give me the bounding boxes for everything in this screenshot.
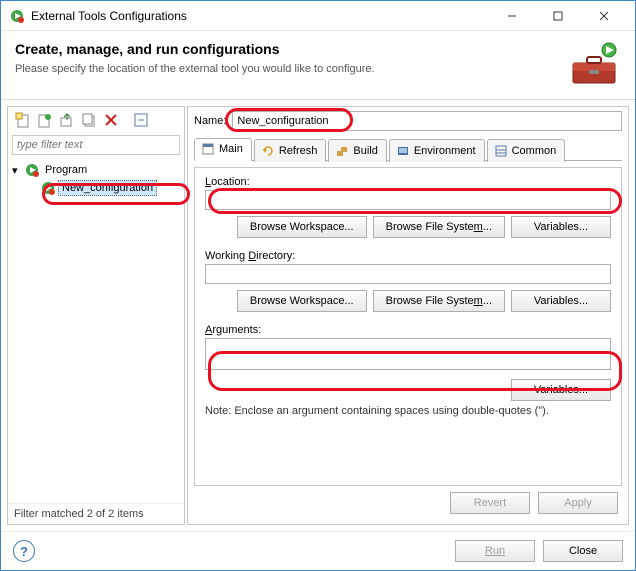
help-icon[interactable]: ? [13, 540, 35, 562]
name-input[interactable] [232, 111, 622, 131]
dialog-header: Create, manage, and run configurations P… [1, 31, 635, 100]
window-title: External Tools Configurations [31, 9, 489, 23]
tab-refresh[interactable]: Refresh [254, 139, 327, 162]
tree-label-program: Program [42, 163, 90, 177]
header-title: Create, manage, and run configurations [15, 41, 557, 57]
tab-build[interactable]: Build [328, 139, 386, 162]
working-dir-label: Working Directory: [205, 250, 611, 262]
tree-label-new-config: New_configuration [58, 180, 157, 196]
browse-workspace-wd-button[interactable]: Browse Workspace... [237, 290, 367, 312]
env-tab-icon [396, 144, 410, 158]
left-pane: ▾ Program New_configuration Filter match… [7, 106, 185, 525]
tab-environment[interactable]: Environment [389, 139, 485, 162]
header-graphic [567, 41, 621, 89]
maximize-button[interactable] [535, 1, 581, 31]
delete-icon[interactable] [101, 110, 121, 130]
location-input[interactable] [205, 190, 611, 210]
tree-item-program[interactable]: ▾ Program [12, 161, 180, 179]
name-label: Name: [194, 115, 226, 127]
program-child-icon [40, 180, 56, 196]
tab-main[interactable]: Main [194, 138, 252, 161]
arguments-note: Note: Enclose an argument containing spa… [205, 405, 611, 417]
filter-input[interactable] [12, 135, 180, 155]
revert-button[interactable]: Revert [450, 492, 530, 514]
browse-filesystem-wd-button[interactable]: Browse File System... [373, 290, 505, 312]
arguments-label: Arguments: [205, 324, 611, 336]
location-label: Location: [205, 176, 611, 188]
build-tab-icon [335, 144, 349, 158]
app-icon [9, 8, 25, 24]
arguments-input[interactable] [205, 338, 611, 370]
apply-button[interactable]: Apply [538, 492, 618, 514]
filter-status: Filter matched 2 of 2 items [8, 503, 184, 524]
close-button[interactable] [581, 1, 627, 31]
variables-args-button[interactable]: Variables... [511, 379, 611, 401]
common-tab-icon [494, 144, 508, 158]
tab-common[interactable]: Common [487, 139, 566, 162]
browse-workspace-loc-button[interactable]: Browse Workspace... [237, 216, 367, 238]
run-button[interactable]: Run [455, 540, 535, 562]
dialog-footer: ? Run Close [1, 531, 635, 570]
program-icon [24, 162, 40, 178]
duplicate-icon[interactable] [79, 110, 99, 130]
new-prototype-icon[interactable] [35, 110, 55, 130]
collapse-all-icon[interactable] [131, 110, 151, 130]
working-dir-input[interactable] [205, 264, 611, 284]
titlebar: External Tools Configurations [1, 1, 635, 31]
content-area: ▾ Program New_configuration Filter match… [1, 100, 635, 531]
tab-bar: Main Refresh Build Environment Common [194, 137, 622, 161]
minimize-button[interactable] [489, 1, 535, 31]
variables-loc-button[interactable]: Variables... [511, 216, 611, 238]
right-pane: Name: Main Refresh Build Environment Com… [187, 106, 629, 525]
main-tab-panel: Location: Browse Workspace... Browse Fil… [194, 167, 622, 486]
tree-item-new-config[interactable]: New_configuration [40, 179, 180, 197]
config-tree[interactable]: ▾ Program New_configuration [8, 157, 184, 503]
browse-filesystem-loc-button[interactable]: Browse File System... [373, 216, 505, 238]
variables-wd-button[interactable]: Variables... [511, 290, 611, 312]
export-icon[interactable] [57, 110, 77, 130]
close-dialog-button[interactable]: Close [543, 540, 623, 562]
new-config-icon[interactable] [13, 110, 33, 130]
left-toolbar [8, 107, 184, 133]
header-subtitle: Please specify the location of the exter… [15, 63, 557, 75]
refresh-tab-icon [261, 144, 275, 158]
main-tab-icon [201, 142, 215, 156]
